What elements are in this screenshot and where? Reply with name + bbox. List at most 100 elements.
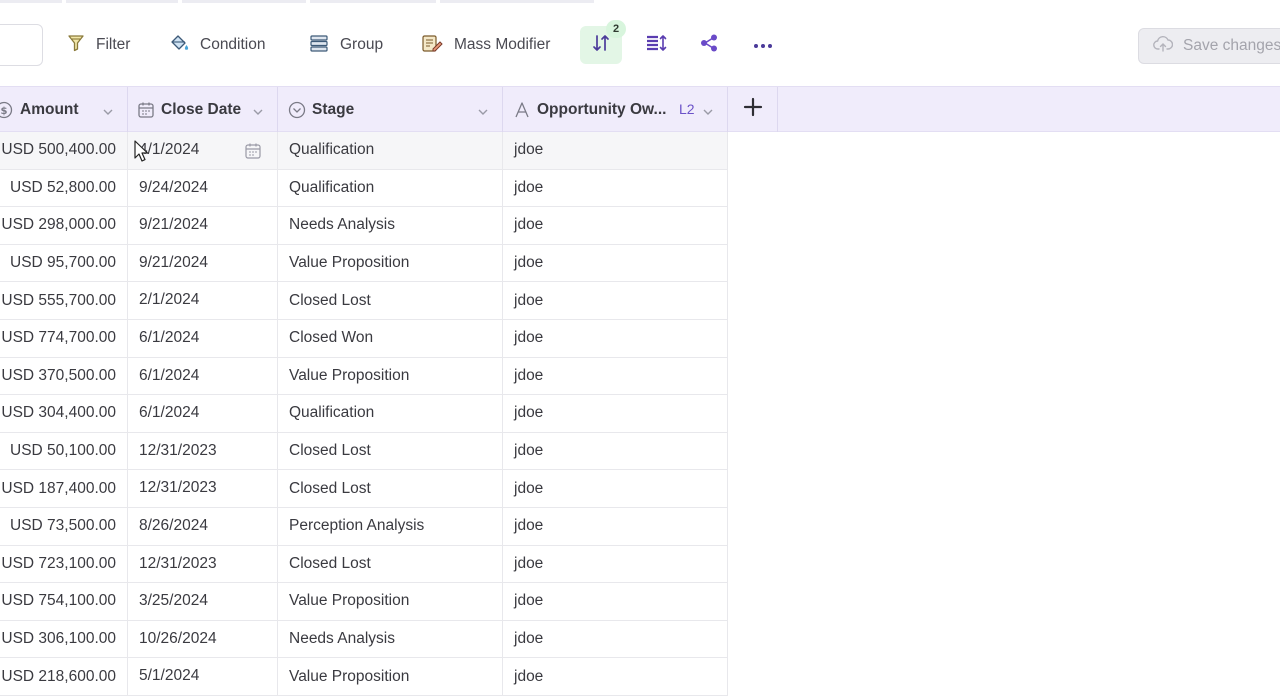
close-date-cell[interactable]: 6/1/2024 (128, 319, 278, 357)
table-row[interactable]: USD 50,100.00 12/31/2023 Closed Lost jdoe (0, 432, 728, 471)
chevron-down-icon[interactable] (477, 104, 489, 122)
close-date-cell[interactable]: 9/21/2024 (128, 207, 278, 244)
owner-cell[interactable]: jdoe (503, 207, 728, 244)
close-date-cell[interactable]: 3/25/2024 (128, 583, 278, 620)
owner-cell[interactable]: jdoe (503, 282, 728, 319)
chevron-down-icon[interactable] (102, 104, 114, 122)
save-changes-button[interactable]: Save changes (1138, 28, 1280, 64)
amount-cell[interactable]: USD 73,500.00 (0, 507, 128, 545)
amount-cell[interactable]: USD 723,100.00 (0, 545, 128, 583)
amount-cell[interactable]: USD 187,400.00 (0, 470, 128, 507)
owner-cell[interactable]: jdoe (503, 620, 728, 658)
table-row[interactable]: USD 723,100.00 12/31/2023 Closed Lost jdoe (0, 545, 728, 584)
owner-cell[interactable]: jdoe (503, 432, 728, 470)
date-picker-icon[interactable] (244, 142, 262, 165)
chevron-down-icon[interactable] (702, 104, 714, 122)
stage-cell[interactable]: Closed Lost (278, 470, 503, 507)
owner-cell[interactable]: jdoe (503, 658, 728, 695)
table-row[interactable]: USD 298,000.00 9/21/2024 Needs Analysis jdo… (0, 207, 728, 245)
stage-cell[interactable]: Value Proposition (278, 357, 503, 395)
amount-cell[interactable]: USD 95,700.00 (0, 244, 128, 282)
amount-cell[interactable]: USD 555,700.00 (0, 282, 128, 319)
column-header-close-date[interactable]: Close Date (128, 87, 278, 132)
table-row[interactable]: USD 218,600.00 5/1/2024 Value Proposition j… (0, 658, 728, 696)
sort-button[interactable]: 2 (580, 20, 626, 64)
amount-cell[interactable]: USD 500,400.00 (0, 132, 128, 169)
stage-cell[interactable]: Needs Analysis (278, 620, 503, 658)
column-header-owner[interactable]: Opportunity Ow... L2 (503, 87, 728, 132)
amount-cell[interactable]: USD 52,800.00 (0, 169, 128, 207)
plus-icon (743, 97, 763, 122)
table-row[interactable]: USD 187,400.00 12/31/2023 Closed Lost jdoe (0, 470, 728, 508)
close-date-cell[interactable]: 2/1/2024 (128, 282, 278, 319)
close-date-cell[interactable]: 5/1/2024 (128, 658, 278, 695)
amount-cell[interactable]: USD 306,100.00 (0, 620, 128, 658)
stage-cell[interactable]: Closed Lost (278, 282, 503, 319)
column-header-stage[interactable]: Stage (278, 87, 503, 132)
stage-cell[interactable]: Value Proposition (278, 583, 503, 620)
owner-cell[interactable]: jdoe (503, 132, 728, 169)
close-date-cell[interactable]: 8/26/2024 (128, 507, 278, 545)
close-date-cell[interactable]: 12/31/2023 (128, 545, 278, 583)
table-row[interactable]: USD 754,100.00 3/25/2024 Value Proposition… (0, 583, 728, 621)
close-date-cell[interactable]: 9/21/2024 (128, 244, 278, 282)
table-row[interactable]: USD 500,400.00 4/1/2024 Qualification jdoe (0, 132, 728, 170)
amount-cell[interactable]: USD 298,000.00 (0, 207, 128, 244)
owner-cell[interactable]: jdoe (503, 395, 728, 432)
close-date-cell[interactable]: 9/24/2024 (128, 169, 278, 207)
table-row[interactable]: USD 774,700.00 6/1/2024 Closed Won jdoe (0, 319, 728, 358)
amount-cell[interactable]: USD 50,100.00 (0, 432, 128, 470)
filter-button[interactable]: Filter (66, 28, 130, 62)
close-date-cell[interactable]: 6/1/2024 (128, 395, 278, 432)
group-button[interactable]: Group (308, 28, 383, 62)
group-label: Group (340, 36, 384, 53)
close-date-cell[interactable]: 12/31/2023 (128, 470, 278, 507)
stage-cell[interactable]: Qualification (278, 132, 503, 169)
table-row[interactable]: USD 370,500.00 6/1/2024 Value Proposition j… (0, 357, 728, 396)
search-input[interactable] (0, 24, 43, 66)
stage-cell[interactable]: Needs Analysis (278, 207, 503, 244)
condition-label: Condition (200, 36, 266, 53)
stage-cell[interactable]: Value Proposition (278, 658, 503, 695)
owner-cell[interactable]: jdoe (503, 244, 728, 282)
column-header-amount[interactable]: $ Amount (0, 87, 128, 132)
calendar-icon (137, 101, 155, 119)
owner-cell[interactable]: jdoe (503, 507, 728, 545)
owner-cell[interactable]: jdoe (503, 583, 728, 620)
table-row[interactable]: USD 52,800.00 9/24/2024 Qualification jdoe (0, 169, 728, 208)
stage-cell[interactable]: Qualification (278, 395, 503, 432)
stage-cell[interactable]: Closed Won (278, 319, 503, 357)
condition-button[interactable]: Condition (168, 28, 266, 62)
amount-cell[interactable]: USD 754,100.00 (0, 583, 128, 620)
more-options-button[interactable] (742, 26, 784, 64)
close-date-cell[interactable]: 10/26/2024 (128, 620, 278, 658)
stage-cell[interactable]: Closed Lost (278, 545, 503, 583)
close-date-cell[interactable]: 6/1/2024 (128, 357, 278, 395)
close-date-cell[interactable]: 12/31/2023 (128, 432, 278, 470)
row-height-button[interactable] (635, 26, 677, 64)
owner-cell[interactable]: jdoe (503, 545, 728, 583)
owner-cell[interactable]: jdoe (503, 319, 728, 357)
owner-cell[interactable]: jdoe (503, 470, 728, 507)
table-row[interactable]: USD 555,700.00 2/1/2024 Closed Lost jdoe (0, 282, 728, 320)
share-button[interactable] (688, 26, 730, 64)
owner-cell[interactable]: jdoe (503, 169, 728, 207)
chevron-down-icon[interactable] (252, 104, 264, 122)
stage-cell[interactable]: Qualification (278, 169, 503, 207)
mass-modifier-button[interactable]: Mass Modifier (420, 28, 550, 62)
amount-cell[interactable]: USD 370,500.00 (0, 357, 128, 395)
table-row[interactable]: USD 95,700.00 9/21/2024 Value Proposition j… (0, 244, 728, 283)
table-row[interactable]: USD 304,400.00 6/1/2024 Qualification jdoe (0, 395, 728, 433)
add-column-button[interactable] (728, 87, 778, 132)
owner-cell[interactable]: jdoe (503, 357, 728, 395)
amount-cell[interactable]: USD 774,700.00 (0, 319, 128, 357)
stage-cell[interactable]: Closed Lost (278, 432, 503, 470)
stage-cell[interactable]: Perception Analysis (278, 507, 503, 545)
stage-cell[interactable]: Value Proposition (278, 244, 503, 282)
mass-modifier-label: Mass Modifier (454, 36, 551, 53)
column-label-owner: Opportunity Ow... (537, 100, 667, 118)
table-row[interactable]: USD 306,100.00 10/26/2024 Needs Analysis jd… (0, 620, 728, 659)
table-row[interactable]: USD 73,500.00 8/26/2024 Perception Analysi… (0, 507, 728, 546)
amount-cell[interactable]: USD 218,600.00 (0, 658, 128, 695)
amount-cell[interactable]: USD 304,400.00 (0, 395, 128, 432)
